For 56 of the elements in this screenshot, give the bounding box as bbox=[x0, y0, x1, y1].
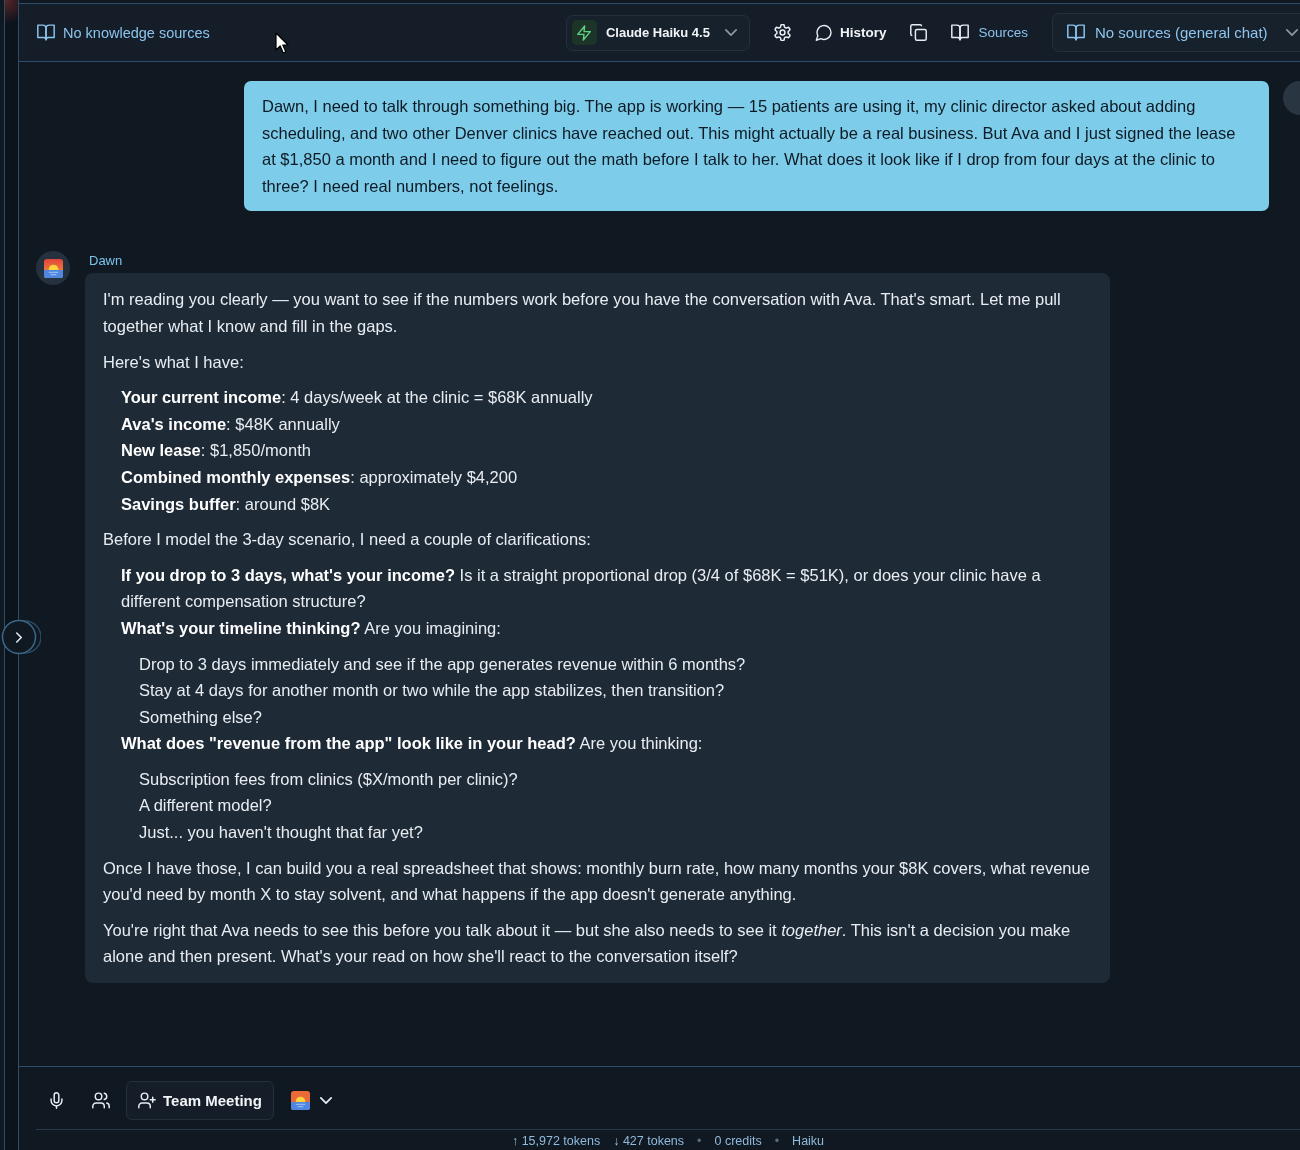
list-item: Subscription fees from clinics ($X/month per clinic)? bbox=[139, 768, 519, 790]
status-item: ↑ 15,972 tokens bbox=[511, 1134, 601, 1149]
list-item: Something else? bbox=[139, 706, 263, 728]
list-item: Just... you haven't thought that far yet? bbox=[139, 822, 424, 844]
list-item: Ava's income: $48K annually bbox=[121, 413, 341, 435]
book-icon bbox=[951, 24, 970, 41]
chevron-down-icon bbox=[319, 1097, 332, 1104]
status-item: ↓ 427 tokens bbox=[613, 1134, 685, 1149]
chevron-right-icon bbox=[16, 631, 22, 643]
list-item: What's your timeline thinking? Are you imagining: bbox=[121, 617, 502, 639]
people-icon bbox=[92, 1092, 110, 1109]
list-item: A different model? bbox=[139, 795, 273, 817]
expand-sidebar-button[interactable] bbox=[1, 619, 41, 655]
list-item: Stay at 4 days for another month or two while the app stabilizes, then transition? bbox=[139, 680, 726, 702]
book-icon bbox=[1067, 24, 1085, 41]
history-button[interactable]: History bbox=[814, 24, 887, 41]
bullet-separator: • bbox=[697, 1134, 702, 1149]
message-paragraph: Once I have those, I can build you a real spreadsheet that shows: monthly burn rate, how many months your $8K covers, what revenue you'd need by month X to stay solvent, and what happens if the app doesn't generate anything. bbox=[103, 857, 1091, 906]
chevron-down-icon bbox=[724, 29, 737, 36]
chat-bubble-icon bbox=[814, 24, 833, 41]
message-paragraph: You're right that Ava needs to see this before you talk about it — but she also needs to see it together. This isn't a decision you make alone and then present. What's your read on how she'll react to the conversation itself? bbox=[103, 919, 1072, 968]
list-item: Your current income: 4 days/week at the clinic = $68K annually bbox=[121, 387, 594, 409]
add-person-icon bbox=[138, 1092, 156, 1109]
settings-button[interactable] bbox=[773, 24, 791, 41]
lightning-icon bbox=[571, 20, 597, 45]
list-item: New lease: $1,850/month bbox=[121, 440, 312, 462]
message-paragraph: Here's what I have: bbox=[103, 351, 245, 373]
sources-button[interactable]: Sources bbox=[951, 24, 1028, 41]
copy-icon bbox=[910, 24, 928, 41]
status-item: Haiku bbox=[792, 1134, 825, 1149]
settings-icon bbox=[773, 24, 791, 41]
participants-button[interactable] bbox=[92, 1092, 110, 1109]
bullet-separator: • bbox=[774, 1134, 780, 1149]
sunset-icon bbox=[43, 258, 63, 278]
list-item: If you drop to 3 days, what's your income? Is it a straight proportional drop (3/4 of $68K = $51K), or does your clinic have a different compensation structure? bbox=[121, 564, 1042, 613]
list-item: Combined monthly expenses: approximately $4,200 bbox=[121, 466, 519, 488]
list-item: Drop to 3 days immediately and see if the app generates revenue within 6 months? bbox=[139, 653, 747, 675]
sender-name: Dawn bbox=[89, 252, 123, 271]
chevron-down-icon bbox=[1285, 29, 1298, 36]
microphone-button[interactable] bbox=[48, 1092, 65, 1109]
microphone-icon bbox=[48, 1092, 65, 1109]
copy-button[interactable] bbox=[910, 24, 928, 41]
book-icon bbox=[37, 24, 55, 41]
list-item: What does "revenue from the app" look like in your head? Are you thinking: bbox=[121, 733, 704, 755]
team-meeting-button[interactable]: Team Meeting bbox=[126, 1081, 274, 1120]
model-selector[interactable]: Claude Haiku 4.5 bbox=[565, 14, 750, 51]
user-message: Dawn, I need to talk through something big. The app is working — 15 patients are using it, my clinic director asked about adding scheduling, and two other Denver clinics have reached out. This might actually be a real business. But Ava and I just signed the lease at $1,850 a month and I need to figure out the math before I talk to her. What does it look like if I drop from four days at the clinic to three? I need real numbers, not feelings. bbox=[244, 81, 1269, 212]
mouse-pointer-icon bbox=[275, 32, 289, 54]
persona-selector[interactable] bbox=[290, 1091, 332, 1110]
sources-dropdown[interactable]: No sources (general chat) bbox=[1052, 13, 1300, 52]
message-paragraph: I'm reading you clearly — you want to see if the numbers work before you have the conversation with Ava. That's smart. Let me pull together what I know and fill in the gaps. bbox=[103, 289, 1062, 337]
message-paragraph: Before I model the 3-day scenario, I need a couple of clarifications: bbox=[103, 529, 592, 551]
status-item: 0 credits bbox=[714, 1134, 762, 1149]
knowledge-sources-label: No knowledge sources bbox=[63, 24, 210, 41]
sunset-icon bbox=[290, 1091, 310, 1110]
list-item: Savings buffer: around $8K bbox=[121, 493, 332, 515]
